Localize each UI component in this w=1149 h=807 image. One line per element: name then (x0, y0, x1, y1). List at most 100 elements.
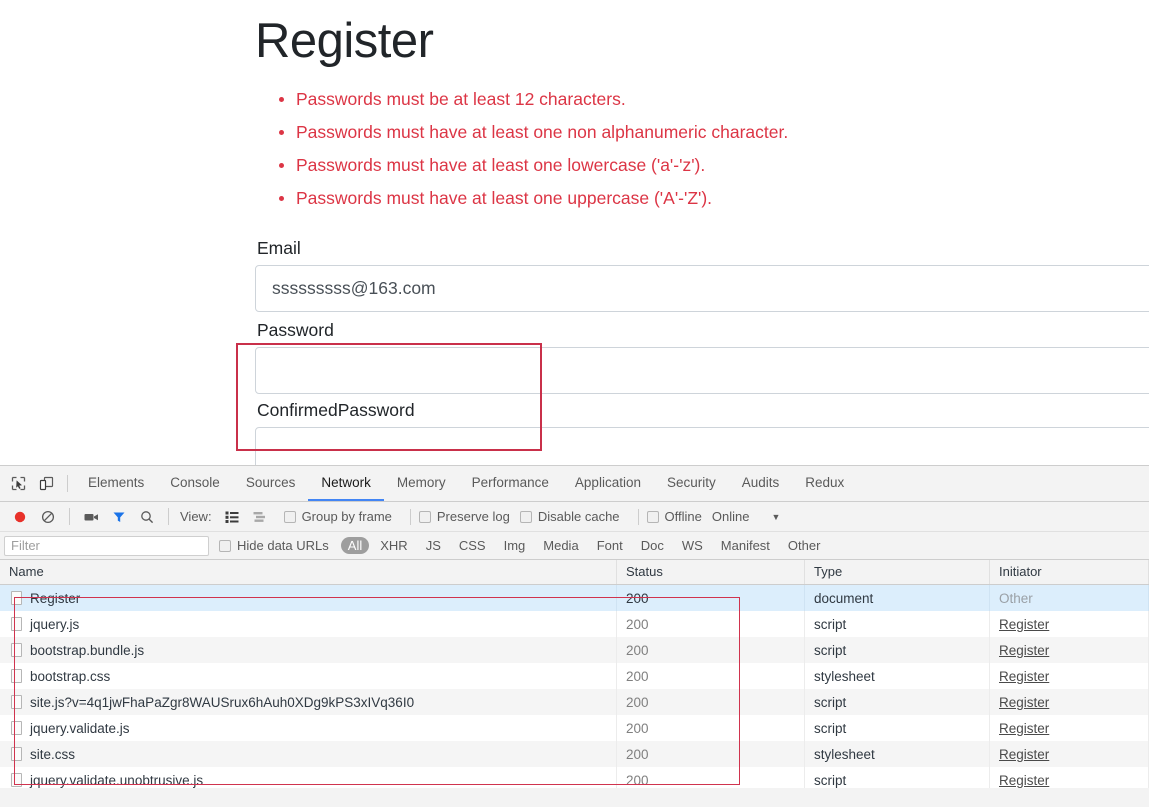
initiator-link[interactable]: Register (999, 747, 1049, 762)
initiator-link[interactable]: Register (999, 695, 1049, 710)
preserve-log-checkbox[interactable]: Preserve log (418, 509, 510, 524)
checkbox-box (418, 510, 431, 523)
devtools-tab-list: Elements Console Sources Network Memory … (75, 466, 857, 501)
network-control-bar: View: Group by frame Preserve log Disabl… (0, 502, 1149, 532)
row-type-cell: stylesheet (805, 663, 990, 689)
file-icon (11, 721, 22, 735)
validation-error-item: Passwords must have at least one upperca… (279, 182, 1149, 215)
file-icon (11, 747, 22, 761)
view-list-icon[interactable] (218, 503, 246, 531)
row-initiator-cell: Register (990, 637, 1149, 663)
type-filter-img[interactable]: Img (497, 537, 533, 554)
filter-funnel-icon[interactable] (105, 503, 133, 531)
type-filter-all[interactable]: All (340, 537, 370, 554)
screenshot-root: Register Passwords must be at least 12 c… (0, 0, 1149, 807)
tab-network[interactable]: Network (308, 466, 384, 501)
initiator-link[interactable]: Register (999, 669, 1049, 684)
row-status-cell: 200 (617, 663, 805, 689)
table-row[interactable]: jquery.validate.unobtrusive.js 200 scrip… (0, 767, 1149, 788)
devtools-panel: Elements Console Sources Network Memory … (0, 465, 1149, 807)
table-row[interactable]: site.css 200 stylesheet Register (0, 741, 1149, 767)
row-status-cell: 200 (617, 585, 805, 611)
tab-redux[interactable]: Redux (792, 466, 857, 501)
view-waterfall-icon[interactable] (246, 503, 274, 531)
table-header-row: Name Status Type Initiator (0, 560, 1149, 585)
column-header-initiator[interactable]: Initiator (990, 560, 1149, 584)
offline-checkbox[interactable]: Offline (646, 509, 702, 524)
group-by-frame-checkbox[interactable]: Group by frame (283, 509, 392, 524)
search-icon[interactable] (133, 503, 161, 531)
hide-data-urls-checkbox[interactable]: Hide data URLs (219, 538, 329, 553)
screenshot-camera-icon[interactable] (77, 503, 105, 531)
table-row[interactable]: jquery.validate.js 200 script Register (0, 715, 1149, 741)
tab-application[interactable]: Application (562, 466, 654, 501)
row-initiator-cell: Register (990, 689, 1149, 715)
network-requests-table: Name Status Type Initiator Register 200 … (0, 560, 1149, 788)
group-by-frame-label: Group by frame (301, 509, 392, 524)
table-row[interactable]: bootstrap.bundle.js 200 script Register (0, 637, 1149, 663)
confirmed-password-input[interactable] (255, 427, 1149, 465)
type-filter-ws[interactable]: WS (675, 537, 710, 554)
hide-data-urls-label: Hide data URLs (237, 538, 329, 553)
row-name-cell: bootstrap.bundle.js (0, 637, 617, 663)
row-status-cell: 200 (617, 689, 805, 715)
confirmed-password-label: ConfirmedPassword (257, 400, 415, 421)
table-row[interactable]: bootstrap.css 200 stylesheet Register (0, 663, 1149, 689)
email-input[interactable] (255, 265, 1149, 313)
column-header-status[interactable]: Status (617, 560, 805, 584)
offline-label: Offline (664, 509, 702, 524)
tab-elements[interactable]: Elements (75, 466, 157, 501)
row-status-cell: 200 (617, 611, 805, 637)
tab-console[interactable]: Console (157, 466, 233, 501)
disable-cache-label: Disable cache (537, 509, 620, 524)
tab-sources[interactable]: Sources (233, 466, 309, 501)
table-row[interactable]: Register 200 document Other (0, 585, 1149, 611)
type-filter-media[interactable]: Media (536, 537, 585, 554)
table-row[interactable]: jquery.js 200 script Register (0, 611, 1149, 637)
record-icon[interactable] (6, 503, 34, 531)
throttling-value[interactable]: Online (712, 509, 750, 524)
filter-input[interactable] (4, 535, 209, 556)
column-header-type[interactable]: Type (805, 560, 990, 584)
row-status-cell: 200 (617, 741, 805, 767)
type-filter-doc[interactable]: Doc (634, 537, 671, 554)
column-header-name[interactable]: Name (0, 560, 617, 584)
validation-error-item: Passwords must have at least one lowerca… (279, 149, 1149, 182)
disable-cache-checkbox[interactable]: Disable cache (519, 509, 620, 524)
tab-performance[interactable]: Performance (459, 466, 562, 501)
file-icon (11, 773, 22, 787)
tab-audits[interactable]: Audits (729, 466, 793, 501)
validation-error-item: Passwords must have at least one non alp… (279, 116, 1149, 149)
type-filter-js[interactable]: JS (419, 537, 448, 554)
row-status-cell: 200 (617, 767, 805, 788)
row-name-cell: jquery.validate.js (0, 715, 617, 741)
initiator-value: Other (999, 590, 1033, 606)
file-icon (11, 591, 22, 605)
type-filter-other[interactable]: Other (781, 537, 828, 554)
initiator-link[interactable]: Register (999, 617, 1049, 632)
clear-icon[interactable] (34, 503, 62, 531)
initiator-link[interactable]: Register (999, 773, 1049, 788)
row-type-cell: script (805, 767, 990, 788)
tab-security[interactable]: Security (654, 466, 729, 501)
table-row[interactable]: site.js?v=4q1jwFhaPaZgr8WAUSrux6hAuh0XDg… (0, 689, 1149, 715)
chevron-down-icon[interactable]: ▼ (771, 512, 780, 522)
password-input[interactable] (255, 347, 1149, 395)
file-icon (11, 643, 22, 657)
type-filter-css[interactable]: CSS (452, 537, 493, 554)
confirmed-password-field-group: ConfirmedPassword (255, 400, 1149, 465)
checkbox-box (519, 510, 532, 523)
device-toolbar-icon[interactable] (32, 470, 60, 498)
tab-memory[interactable]: Memory (384, 466, 459, 501)
initiator-link[interactable]: Register (999, 721, 1049, 736)
request-name: bootstrap.css (30, 668, 111, 684)
initiator-link[interactable]: Register (999, 643, 1049, 658)
type-filter-xhr[interactable]: XHR (373, 537, 414, 554)
type-filter-font[interactable]: Font (590, 537, 630, 554)
request-name: Register (30, 590, 81, 606)
row-name-cell: site.css (0, 741, 617, 767)
row-initiator-cell: Register (990, 611, 1149, 637)
type-filter-manifest[interactable]: Manifest (714, 537, 777, 554)
inspect-element-icon[interactable] (4, 470, 32, 498)
control-divider (409, 508, 411, 525)
